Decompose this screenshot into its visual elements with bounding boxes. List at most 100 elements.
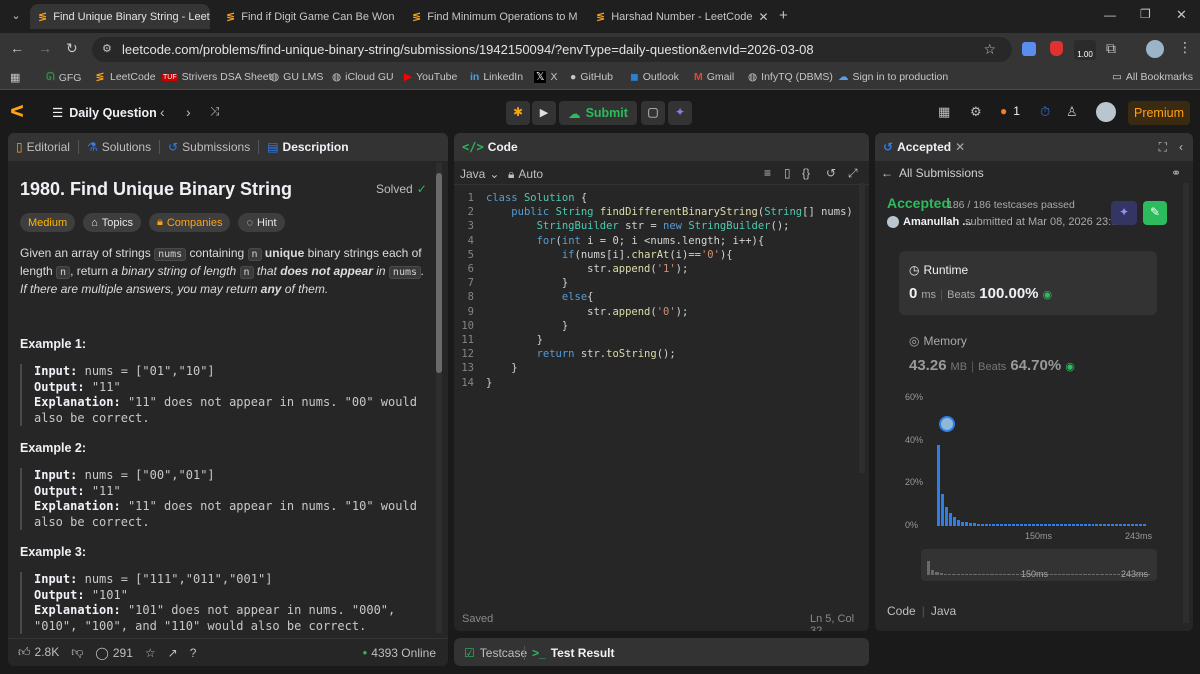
bookmark-star-icon[interactable]: ☆ <box>983 41 996 58</box>
language-select[interactable]: Java ⌄ <box>460 167 499 181</box>
edit-icon[interactable]: ✎ <box>1143 201 1167 225</box>
bookmark-strivers[interactable]: TUF Strivers DSA Sheet <box>162 71 271 83</box>
bookmark-youtube[interactable]: ▶ YouTube <box>404 71 457 83</box>
histogram-bar[interactable] <box>1123 524 1127 526</box>
difficulty-badge[interactable]: Medium <box>20 213 76 232</box>
code-line[interactable]: 4 for(int i = 0; i <nums.length; i++){ <box>454 235 765 249</box>
histogram-bar[interactable] <box>964 521 968 526</box>
companies-chip[interactable]: 🔒︎ Companies <box>148 213 231 232</box>
tab-editorial[interactable]: ▯ Editorial <box>8 133 78 161</box>
editor-scrollbar[interactable] <box>859 183 865 473</box>
close-icon[interactable]: ✕ <box>758 10 768 24</box>
tab-accepted[interactable]: ↺ Accepted ✕ <box>875 133 973 161</box>
like-button[interactable]: 👍︎ 2.8K <box>18 645 59 660</box>
profile-avatar[interactable] <box>1146 40 1164 58</box>
tab-code[interactable]: </> Code <box>454 133 526 161</box>
ai-sparkle-icon[interactable]: ✦ <box>668 101 692 125</box>
runtime-distribution-chart[interactable]: 60% 40% 20% 0% 150ms 243ms <box>875 388 1193 548</box>
code-line[interactable]: 8 else{ <box>454 291 594 305</box>
browser-tab[interactable]: ≶Find Unique Binary String - Leet✕ <box>30 4 210 29</box>
histogram-bar[interactable] <box>1059 524 1063 526</box>
window-close-button[interactable]: ✕ <box>1176 7 1187 23</box>
code-line[interactable]: 10 } <box>454 320 568 334</box>
bookmark-linkedin[interactable]: in LinkedIn <box>470 71 523 83</box>
histogram-bar[interactable] <box>1115 524 1119 526</box>
back-icon[interactable]: ← <box>10 40 24 56</box>
histogram-bar[interactable] <box>1000 524 1004 526</box>
code-line[interactable]: 3 StringBuilder str = new StringBuilder(… <box>454 220 790 234</box>
topics-chip[interactable]: ⌂ Topics <box>83 213 141 232</box>
histogram-bar[interactable] <box>1063 524 1067 526</box>
settings-icon[interactable]: ⚙ <box>970 104 982 120</box>
bookmark-infytq[interactable]: ◍ InfyTQ (DBMS) <box>748 71 833 83</box>
histogram-bar[interactable] <box>1036 524 1039 526</box>
shuffle-icon[interactable]: ⤨ <box>210 104 220 119</box>
tab-description[interactable]: ▤ Description <box>259 133 356 161</box>
histogram-bar[interactable] <box>1111 524 1115 526</box>
browser-tab[interactable]: ≶Find Minimum Operations to M✕ <box>404 4 580 29</box>
code-line[interactable]: 6 str.append('1'); <box>454 263 689 277</box>
histogram-bar[interactable] <box>1087 524 1091 526</box>
speed-extension-icon[interactable]: 1.00 <box>1074 40 1096 60</box>
code-editor[interactable]: 1 class Solution {2 public String findDif… <box>454 192 865 512</box>
histogram-bar[interactable] <box>1051 524 1055 526</box>
puzzle-icon[interactable]: ⧉ <box>1106 40 1116 57</box>
submit-button[interactable]: ☁ Submit <box>559 101 637 125</box>
histogram-bar[interactable] <box>940 494 944 526</box>
bookmark-icon[interactable]: ▯ <box>784 166 791 180</box>
share-icon[interactable]: ↗ <box>168 646 178 660</box>
histogram-bar[interactable] <box>1043 524 1047 526</box>
code-line[interactable]: 9 str.append('0'); <box>454 306 689 320</box>
histogram-bar[interactable] <box>968 522 972 526</box>
code-line[interactable]: 7 } <box>454 277 569 291</box>
histogram-bar[interactable] <box>1083 524 1087 526</box>
site-info-icon[interactable]: ⚙ <box>102 42 112 55</box>
runtime-card[interactable]: ◷ Runtime 0 ms | Beats 100.00% ◉ <box>899 251 1157 315</box>
histogram-bar[interactable] <box>996 524 1000 526</box>
star-icon[interactable]: ☆ <box>145 646 156 660</box>
tab-test-result[interactable]: >_ Test Result <box>532 646 614 660</box>
tab-testcase[interactable]: ☑ Testcase <box>464 646 527 660</box>
histogram-bar[interactable] <box>948 513 952 526</box>
histogram-bar[interactable] <box>956 519 960 526</box>
histogram-bar[interactable] <box>1071 524 1075 526</box>
fullscreen-icon[interactable]: ⛶ <box>1159 140 1167 155</box>
help-icon[interactable]: ? <box>190 646 197 660</box>
memory-label[interactable]: ◎ Memory <box>909 334 967 348</box>
comments-button[interactable]: ◯ 291 <box>95 646 132 660</box>
bookmark-gmail[interactable]: M Gmail <box>694 71 734 83</box>
braces-icon[interactable]: {} <box>802 166 810 180</box>
histogram-bar[interactable] <box>944 506 948 526</box>
histogram-bar[interactable] <box>1032 524 1036 526</box>
code-line[interactable]: 1 class Solution { <box>454 192 588 206</box>
leetcode-logo-icon[interactable]: ᐸ <box>10 102 30 122</box>
reset-icon[interactable]: ↺ <box>826 166 836 180</box>
histogram-bar[interactable] <box>1103 524 1107 526</box>
debug-icon[interactable]: ✱ <box>506 101 530 125</box>
histogram-bar[interactable] <box>1008 524 1012 526</box>
histogram-bar[interactable] <box>976 523 980 526</box>
histogram-bar[interactable] <box>1075 524 1079 526</box>
restore-button[interactable]: ❐ <box>1140 7 1151 21</box>
ai-sparkle-icon[interactable]: ✦ <box>1111 201 1137 225</box>
all-submissions-link[interactable]: ← All Submissions <box>881 166 984 180</box>
link-icon[interactable]: ⚭ <box>1171 166 1181 180</box>
tab-solutions[interactable]: ⚗ Solutions <box>79 133 159 161</box>
extension-icon[interactable] <box>1022 42 1036 56</box>
add-user-icon[interactable]: ♙ <box>1066 104 1078 120</box>
histogram-bar[interactable] <box>1091 524 1095 526</box>
code-line[interactable]: 12 return str.toString(); <box>454 348 675 362</box>
bookmark-outlook[interactable]: ◼ Outlook <box>630 71 679 83</box>
code-line[interactable]: 14} <box>454 377 492 391</box>
histogram-bar[interactable] <box>1024 524 1028 526</box>
auto-mode[interactable]: 🔒︎ Auto <box>508 167 543 182</box>
prev-problem-icon[interactable]: ‹ <box>160 104 165 120</box>
adblock-icon[interactable] <box>1050 41 1063 56</box>
hint-chip[interactable]: ◌ Hint <box>238 213 285 232</box>
histogram-bar[interactable] <box>1067 524 1071 526</box>
histogram-bar[interactable] <box>1004 524 1008 526</box>
histogram-bar[interactable] <box>960 521 964 526</box>
run-icon[interactable]: ▶ <box>532 101 556 125</box>
bookmark-x[interactable]: 𝕏X <box>534 71 557 83</box>
streak-counter[interactable]: ● 1 <box>1000 104 1020 118</box>
